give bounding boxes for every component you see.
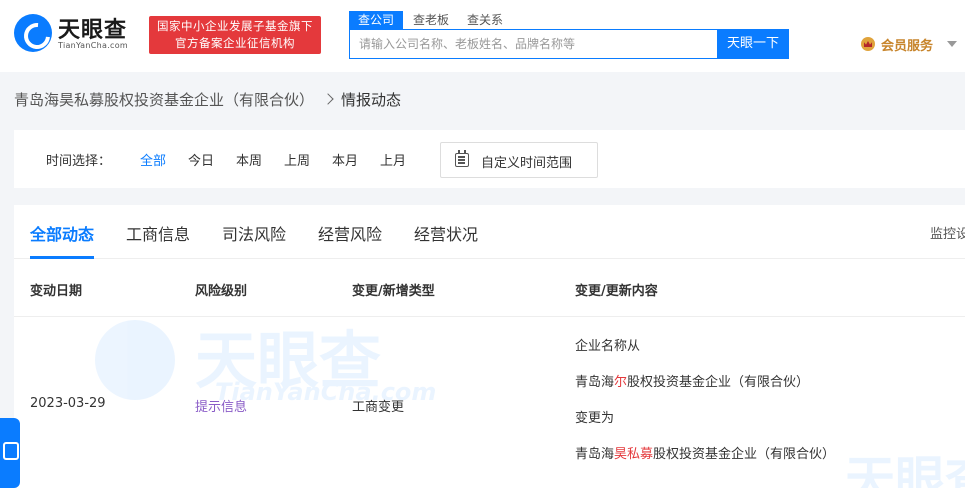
content-new-name: 青岛海昊私募股权投资基金企业（有限合伙）	[575, 443, 835, 462]
crown-icon	[861, 37, 875, 51]
old-name-suffix: 股权投资基金企业（有限合伙）	[627, 375, 810, 390]
vip-label: 会员服务	[881, 39, 934, 54]
custom-range-label: 自定义时间范围	[481, 156, 573, 171]
custom-time-range-button[interactable]: 自定义时间范围	[440, 142, 598, 178]
table-header: 变动日期 风险级别 变更/新增类型 变更/更新内容	[14, 259, 965, 317]
dynamics-panel: 全部动态 工商信息 司法风险 经营风险 经营状况 监控设 变动日期 风险级别 变…	[14, 205, 965, 488]
old-name-prefix: 青岛海	[575, 375, 615, 390]
chevron-right-icon	[322, 93, 334, 105]
monitor-settings-link[interactable]: 监控设	[930, 223, 965, 242]
gov-badge-line2: 官方备案企业征信机构	[175, 36, 295, 50]
site-logo[interactable]: 天眼查 TianYanCha.com	[14, 12, 139, 54]
row-change-type: 工商变更	[352, 400, 405, 415]
eye-logo-icon	[14, 14, 52, 52]
time-filter-label: 时间选择：	[46, 154, 112, 169]
header-change-date: 变动日期	[30, 284, 83, 299]
time-option-this-week[interactable]: 本周	[236, 150, 262, 169]
search-box	[349, 29, 718, 59]
breadcrumb-company[interactable]: 青岛海昊私募股权投资基金企业（有限合伙）	[14, 91, 314, 109]
gov-badge[interactable]: 国家中小企业发展子基金旗下 官方备案企业征信机构	[149, 16, 321, 54]
new-name-suffix: 股权投资基金企业（有限合伙）	[653, 447, 836, 462]
row-date: 2023-03-29	[30, 396, 106, 411]
content-line-from: 企业名称从	[575, 339, 641, 354]
header-risk-level: 风险级别	[195, 284, 248, 299]
time-option-this-month[interactable]: 本月	[332, 150, 358, 169]
breadcrumb-current: 情报动态	[341, 91, 402, 109]
tab-business-info[interactable]: 工商信息	[126, 221, 190, 245]
logo-domain: TianYanCha.com	[58, 41, 128, 50]
top-header: 天眼查 TianYanCha.com 国家中小企业发展子基金旗下 官方备案企业征…	[0, 0, 965, 72]
search-tab-boss[interactable]: 查老板	[413, 11, 449, 29]
header-change-type: 变更/新增类型	[352, 284, 435, 299]
time-filter-bar: 时间选择： 全部 今日 本周 上周 本月 上月 自定义时间范围	[14, 130, 965, 188]
time-option-last-week[interactable]: 上周	[284, 150, 310, 169]
search-button[interactable]: 天眼一下	[717, 29, 789, 59]
tab-judicial-risk[interactable]: 司法风险	[222, 221, 286, 245]
content-old-name: 青岛海尔股权投资基金企业（有限合伙）	[575, 371, 809, 390]
header-change-content: 变更/更新内容	[575, 284, 658, 299]
time-option-all[interactable]: 全部	[140, 150, 166, 169]
logo-text: 天眼查	[58, 18, 128, 43]
search-tab-company[interactable]: 查公司	[349, 11, 404, 29]
row-risk-level[interactable]: 提示信息	[195, 396, 247, 415]
gov-badge-line1: 国家中小企业发展子基金旗下	[157, 19, 313, 33]
category-tabs: 全部动态 工商信息 司法风险 经营风险 经营状况 监控设	[14, 205, 965, 259]
new-name-prefix: 青岛海	[575, 447, 615, 462]
old-name-highlight: 尔	[614, 375, 628, 390]
time-option-today[interactable]: 今日	[188, 150, 214, 169]
floating-chat-button[interactable]	[0, 418, 20, 488]
content-line-to: 变更为	[575, 411, 615, 426]
new-name-highlight: 昊私募	[614, 447, 654, 462]
tab-operating-risk[interactable]: 经营风险	[318, 221, 382, 245]
calendar-icon	[455, 150, 469, 167]
search-input[interactable]	[350, 30, 717, 58]
breadcrumb: 青岛海昊私募股权投资基金企业（有限合伙） 情报动态	[14, 89, 401, 111]
tab-all-dynamics[interactable]: 全部动态	[30, 221, 94, 245]
time-option-last-month[interactable]: 上月	[380, 150, 406, 169]
caret-down-icon	[947, 41, 957, 47]
search-tab-relation[interactable]: 查关系	[467, 11, 503, 29]
table-row: 2023-03-29 提示信息 工商变更 企业名称从 青岛海尔股权投资基金企业（…	[14, 317, 965, 488]
tab-operating-status[interactable]: 经营状况	[414, 221, 478, 245]
